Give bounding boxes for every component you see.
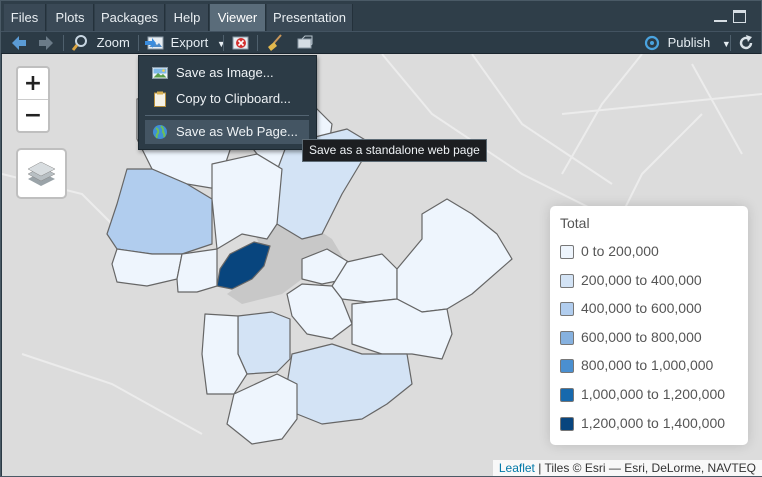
municipality-region[interactable] bbox=[176, 248, 218, 293]
remove-viewer-icon[interactable] bbox=[231, 32, 251, 54]
zoom-in-button[interactable]: + bbox=[18, 68, 48, 100]
viewer-pane: Files Plots Packages Help Viewer Present… bbox=[0, 0, 762, 477]
legend-label: 1,200,000 to 1,400,000 bbox=[581, 415, 726, 431]
legend-swatch bbox=[560, 274, 574, 288]
tab-files[interactable]: Files bbox=[4, 4, 46, 31]
legend-swatch bbox=[560, 359, 574, 373]
legend-label: 600,000 to 800,000 bbox=[581, 329, 702, 345]
legend-swatch bbox=[560, 302, 574, 316]
menu-item-copy-clipboard[interactable]: Copy to Clipboard... bbox=[145, 87, 309, 111]
toolbar-separator bbox=[223, 35, 224, 51]
map-attribution: Leaflet | Tiles © Esri — Esri, DeLorme, … bbox=[492, 460, 762, 476]
menu-item-save-image[interactable]: Save as Image... bbox=[145, 61, 309, 85]
forward-icon[interactable] bbox=[37, 32, 55, 54]
municipality-region[interactable] bbox=[286, 343, 413, 425]
publish-label: Publish bbox=[667, 35, 711, 50]
viewer-toolbar: Zoom Export ▼ Publish ▼ bbox=[1, 31, 761, 54]
tab-help[interactable]: Help bbox=[166, 4, 209, 31]
tooltip: Save as a standalone web page bbox=[302, 139, 487, 162]
map-legend: Total 0 to 200,000 200,000 to 400,000 40… bbox=[550, 206, 748, 445]
legend-label: 0 to 200,000 bbox=[581, 243, 659, 259]
legend-swatch bbox=[560, 417, 574, 431]
layers-icon bbox=[27, 161, 56, 186]
municipality-region[interactable] bbox=[237, 311, 291, 375]
layers-control[interactable] bbox=[16, 148, 67, 199]
toolbar-separator bbox=[63, 35, 64, 51]
menu-item-save-web-page[interactable]: Save as Web Page... bbox=[145, 120, 309, 144]
export-label: Export bbox=[170, 35, 209, 50]
toolbar-separator bbox=[138, 35, 139, 51]
magnifier-icon bbox=[71, 35, 87, 51]
leaflet-map[interactable]: + − Total 0 to 200,000 200,000 to 400,00… bbox=[2, 54, 762, 476]
toolbar-separator bbox=[730, 35, 731, 51]
legend-label: 800,000 to 1,000,000 bbox=[581, 357, 714, 373]
tab-bar: Files Plots Packages Help Viewer Present… bbox=[1, 1, 761, 31]
zoom-out-button[interactable]: − bbox=[18, 100, 48, 131]
menu-item-label: Save as Web Page... bbox=[176, 124, 298, 139]
leaflet-link[interactable]: Leaflet bbox=[499, 461, 535, 475]
legend-swatch bbox=[560, 245, 574, 259]
menu-item-label: Save as Image... bbox=[176, 65, 274, 80]
tab-plots[interactable]: Plots bbox=[47, 4, 94, 31]
municipality-region[interactable] bbox=[396, 198, 513, 313]
legend-label: 1,000,000 to 1,200,000 bbox=[581, 386, 726, 402]
menu-separator bbox=[145, 115, 309, 116]
legend-swatch bbox=[560, 331, 574, 345]
maximize-icon[interactable] bbox=[733, 10, 746, 23]
globe-icon bbox=[153, 125, 167, 139]
legend-title: Total bbox=[560, 215, 590, 231]
tab-packages[interactable]: Packages bbox=[95, 4, 165, 31]
clipboard-icon bbox=[154, 91, 166, 107]
publish-icon bbox=[644, 35, 660, 51]
refresh-icon[interactable] bbox=[737, 32, 755, 54]
zoom-control: + − bbox=[16, 66, 50, 133]
zoom-label: Zoom bbox=[96, 35, 130, 50]
toolbar-separator bbox=[257, 35, 258, 51]
publish-button[interactable]: Publish ▼ bbox=[643, 32, 731, 54]
back-icon[interactable] bbox=[10, 32, 28, 54]
zoom-button[interactable]: Zoom bbox=[71, 32, 130, 54]
menu-item-label: Copy to Clipboard... bbox=[176, 91, 291, 106]
export-menu: Save as Image... Copy to Clipboard... Sa… bbox=[138, 55, 317, 150]
legend-label: 400,000 to 600,000 bbox=[581, 300, 702, 316]
image-icon bbox=[152, 67, 168, 79]
minimize-icon[interactable] bbox=[714, 10, 727, 22]
dropdown-arrow-icon: ▼ bbox=[216, 39, 226, 49]
tab-presentation[interactable]: Presentation bbox=[267, 4, 353, 31]
tiles-credit: | Tiles © Esri — Esri, DeLorme, NAVTEQ bbox=[534, 461, 756, 475]
legend-label: 200,000 to 400,000 bbox=[581, 272, 702, 288]
municipality-region[interactable] bbox=[111, 248, 183, 287]
export-image-icon bbox=[145, 36, 164, 50]
legend-swatch bbox=[560, 388, 574, 402]
popout-window-icon[interactable] bbox=[296, 32, 314, 54]
export-button[interactable]: Export ▼ bbox=[145, 32, 226, 54]
tab-viewer[interactable]: Viewer bbox=[210, 4, 266, 31]
clear-broom-icon[interactable] bbox=[265, 32, 285, 54]
